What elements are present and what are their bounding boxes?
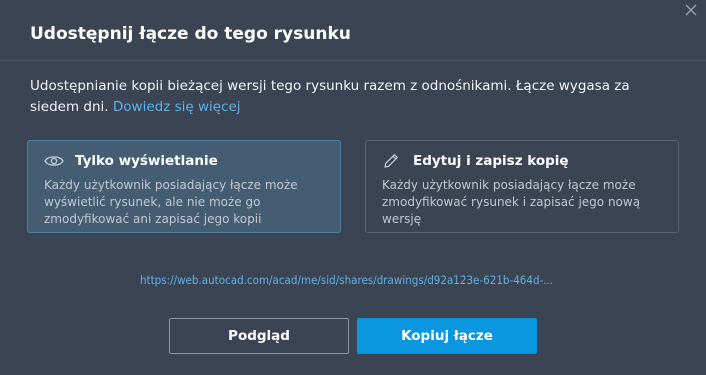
edit-save-option[interactable]: Edytuj i zapisz kopię Każdy użytkownik p…	[365, 140, 679, 233]
close-icon[interactable]	[684, 3, 698, 17]
share-link-dialog: Udostępnij łącze do tego rysunku Udostęp…	[0, 0, 706, 375]
eye-icon	[44, 153, 66, 169]
copy-link-button[interactable]: Kopiuj łącze	[357, 318, 537, 354]
edit-save-title: Edytuj i zapisz kopię	[413, 153, 569, 169]
dialog-description: Udostępnianie kopii bieżącej wersji tego…	[30, 76, 680, 118]
pencil-icon	[382, 153, 404, 169]
header-divider	[0, 60, 706, 61]
preview-button[interactable]: Podgląd	[169, 318, 349, 354]
view-only-title: Tylko wyświetlanie	[75, 153, 218, 169]
learn-more-link[interactable]: Dowiedz się więcej	[113, 99, 241, 115]
dialog-title: Udostępnij łącze do tego rysunku	[30, 24, 351, 44]
view-only-option[interactable]: Tylko wyświetlanie Każdy użytkownik posi…	[27, 140, 341, 233]
edit-save-description: Każdy użytkownik posiadający łącze może …	[382, 178, 641, 226]
share-link-url[interactable]: https://web.autocad.com/acad/me/sid/shar…	[140, 273, 600, 287]
view-only-description: Każdy użytkownik posiadający łącze może …	[44, 178, 298, 226]
